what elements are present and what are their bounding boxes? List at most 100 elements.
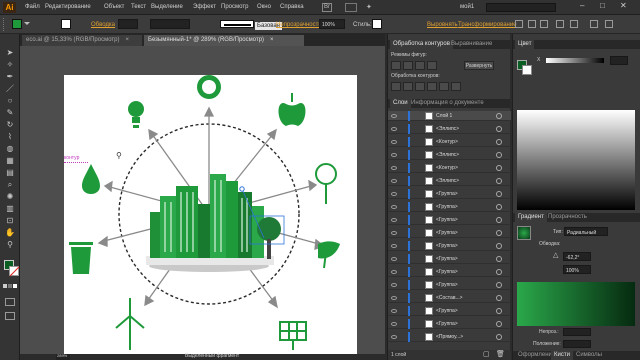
menu-item-window[interactable]: Окно xyxy=(257,4,271,10)
visibility-eye-icon[interactable] xyxy=(391,244,397,248)
exclude-button[interactable] xyxy=(427,61,437,70)
layer-row[interactable]: <Группа> xyxy=(388,241,511,251)
stroke-weight-field[interactable] xyxy=(118,19,138,29)
layer-target-icon[interactable] xyxy=(496,139,502,145)
maximize-icon[interactable]: □ xyxy=(600,2,605,10)
layer-target-icon[interactable] xyxy=(496,204,502,210)
outline-button[interactable] xyxy=(439,82,449,91)
control-icon-3[interactable] xyxy=(540,20,548,28)
expand-button[interactable]: Развернуть xyxy=(464,61,494,70)
rotate-tool-icon[interactable]: ↻ xyxy=(5,120,15,130)
layer-target-icon[interactable] xyxy=(496,217,502,223)
workspace-name[interactable]: мой1 xyxy=(460,4,474,10)
tab-transparency[interactable]: Прозрачность xyxy=(545,213,590,222)
layer-row[interactable]: <Контур> xyxy=(388,137,511,147)
style-swatch[interactable] xyxy=(372,19,382,29)
visibility-eye-icon[interactable] xyxy=(391,218,397,222)
none-mode-icon[interactable] xyxy=(13,284,17,288)
control-icon-2[interactable] xyxy=(528,20,536,28)
layer-target-icon[interactable] xyxy=(496,230,502,236)
layer-row[interactable]: <Контур> xyxy=(388,163,511,173)
pen-tool-icon[interactable]: ✒ xyxy=(5,72,15,82)
magic-wand-icon[interactable]: ✧ xyxy=(5,60,15,70)
color-stroke-swatch[interactable] xyxy=(522,65,532,75)
color-value-field[interactable] xyxy=(610,56,628,65)
visibility-eye-icon[interactable] xyxy=(391,166,397,170)
layer-target-icon[interactable] xyxy=(496,321,502,327)
layer-row[interactable]: Слой 1 xyxy=(388,111,511,121)
fill-swatch[interactable] xyxy=(12,19,22,29)
visibility-eye-icon[interactable] xyxy=(391,231,397,235)
gradient-mode-icon[interactable] xyxy=(8,284,12,288)
arrange-icon[interactable] xyxy=(345,3,357,12)
shape-builder-icon[interactable]: ◍ xyxy=(5,144,15,154)
brush-preview[interactable] xyxy=(220,20,254,28)
visibility-eye-icon[interactable] xyxy=(391,140,397,144)
tab-close-icon[interactable]: × xyxy=(126,37,130,43)
layer-target-icon[interactable] xyxy=(496,113,502,119)
angle-field[interactable]: -62,2° xyxy=(563,252,591,261)
selection-tool-icon[interactable]: ➤ xyxy=(5,48,15,58)
layer-target-icon[interactable] xyxy=(496,334,502,340)
draw-mode-icon[interactable] xyxy=(5,298,15,306)
layer-target-icon[interactable] xyxy=(496,152,502,158)
visibility-eye-icon[interactable] xyxy=(391,283,397,287)
variable-width-field[interactable] xyxy=(150,19,190,29)
visibility-eye-icon[interactable] xyxy=(391,153,397,157)
gradient-type-select[interactable]: Радиальный xyxy=(564,227,608,236)
layer-target-icon[interactable] xyxy=(496,178,502,184)
tool-preset-icon[interactable]: ✦ xyxy=(366,3,376,12)
symbol-sprayer-icon[interactable]: ✺ xyxy=(5,192,15,202)
tab-untitled[interactable]: Безымянный-1* @ 289% (RGB/Просмотр) × xyxy=(144,35,304,46)
visibility-eye-icon[interactable] xyxy=(391,257,397,261)
search-field[interactable] xyxy=(486,3,556,12)
visibility-eye-icon[interactable] xyxy=(391,192,397,196)
menu-item-select[interactable]: Выделение xyxy=(151,4,183,10)
menu-item-text[interactable]: Текст xyxy=(131,4,146,10)
line-tool-icon[interactable]: ／ xyxy=(5,84,15,94)
transform-label[interactable]: Трансформирование xyxy=(458,22,517,28)
menu-item-effect[interactable]: Эффект xyxy=(193,4,216,10)
gradient-preview[interactable] xyxy=(517,226,531,240)
aspect-field[interactable]: 100% xyxy=(563,265,591,274)
color-mode-icon[interactable] xyxy=(3,284,7,288)
visibility-eye-icon[interactable] xyxy=(391,127,397,131)
align-label[interactable]: Выровнять xyxy=(427,22,458,28)
layer-target-icon[interactable] xyxy=(496,256,502,262)
stroke-color-box[interactable] xyxy=(9,266,20,277)
layer-target-icon[interactable] xyxy=(496,295,502,301)
layer-row[interactable]: <Прямоу...> xyxy=(388,332,511,342)
visibility-eye-icon[interactable] xyxy=(391,114,397,118)
tab-document-info[interactable]: Информация о документе xyxy=(408,99,487,108)
screen-mode-icon[interactable] xyxy=(5,312,15,320)
tab-align[interactable]: Выравнивание xyxy=(448,40,495,49)
layer-target-icon[interactable] xyxy=(496,191,502,197)
layer-row[interactable]: <Эллипс> xyxy=(388,150,511,160)
menu-item-file[interactable]: Файл xyxy=(25,4,40,10)
hand-tool-icon[interactable]: ✋ xyxy=(5,228,15,238)
layer-row[interactable]: <Группа> xyxy=(388,319,511,329)
menu-item-object[interactable]: Объект xyxy=(104,4,124,10)
visibility-eye-icon[interactable] xyxy=(391,309,397,313)
zoom-tool-icon[interactable]: ⚲ xyxy=(5,240,15,250)
layer-target-icon[interactable] xyxy=(496,282,502,288)
stroke-label[interactable]: Обводка xyxy=(91,22,115,28)
trim-button[interactable] xyxy=(403,82,413,91)
layer-target-icon[interactable] xyxy=(496,126,502,132)
layer-target-icon[interactable] xyxy=(496,165,502,171)
layer-target-icon[interactable] xyxy=(496,243,502,249)
tab-color[interactable]: Цвет xyxy=(515,40,535,49)
layer-row[interactable]: <Группа> xyxy=(388,215,511,225)
layer-row[interactable]: <Группа> xyxy=(388,202,511,212)
control-icon-4[interactable] xyxy=(556,20,564,28)
tab-gradient[interactable]: Градиент xyxy=(515,213,547,222)
tab-brushes[interactable]: Кисти xyxy=(551,351,573,360)
layer-target-icon[interactable] xyxy=(496,308,502,314)
menu-item-help[interactable]: Справка xyxy=(280,4,304,10)
gradient-slider[interactable] xyxy=(517,282,635,326)
tab-close-icon[interactable]: × xyxy=(270,37,274,43)
visibility-eye-icon[interactable] xyxy=(391,205,397,209)
tab-symbols[interactable]: Символы xyxy=(573,351,605,360)
control-icon-5[interactable] xyxy=(570,20,578,28)
gradient-location-field[interactable] xyxy=(563,340,591,348)
